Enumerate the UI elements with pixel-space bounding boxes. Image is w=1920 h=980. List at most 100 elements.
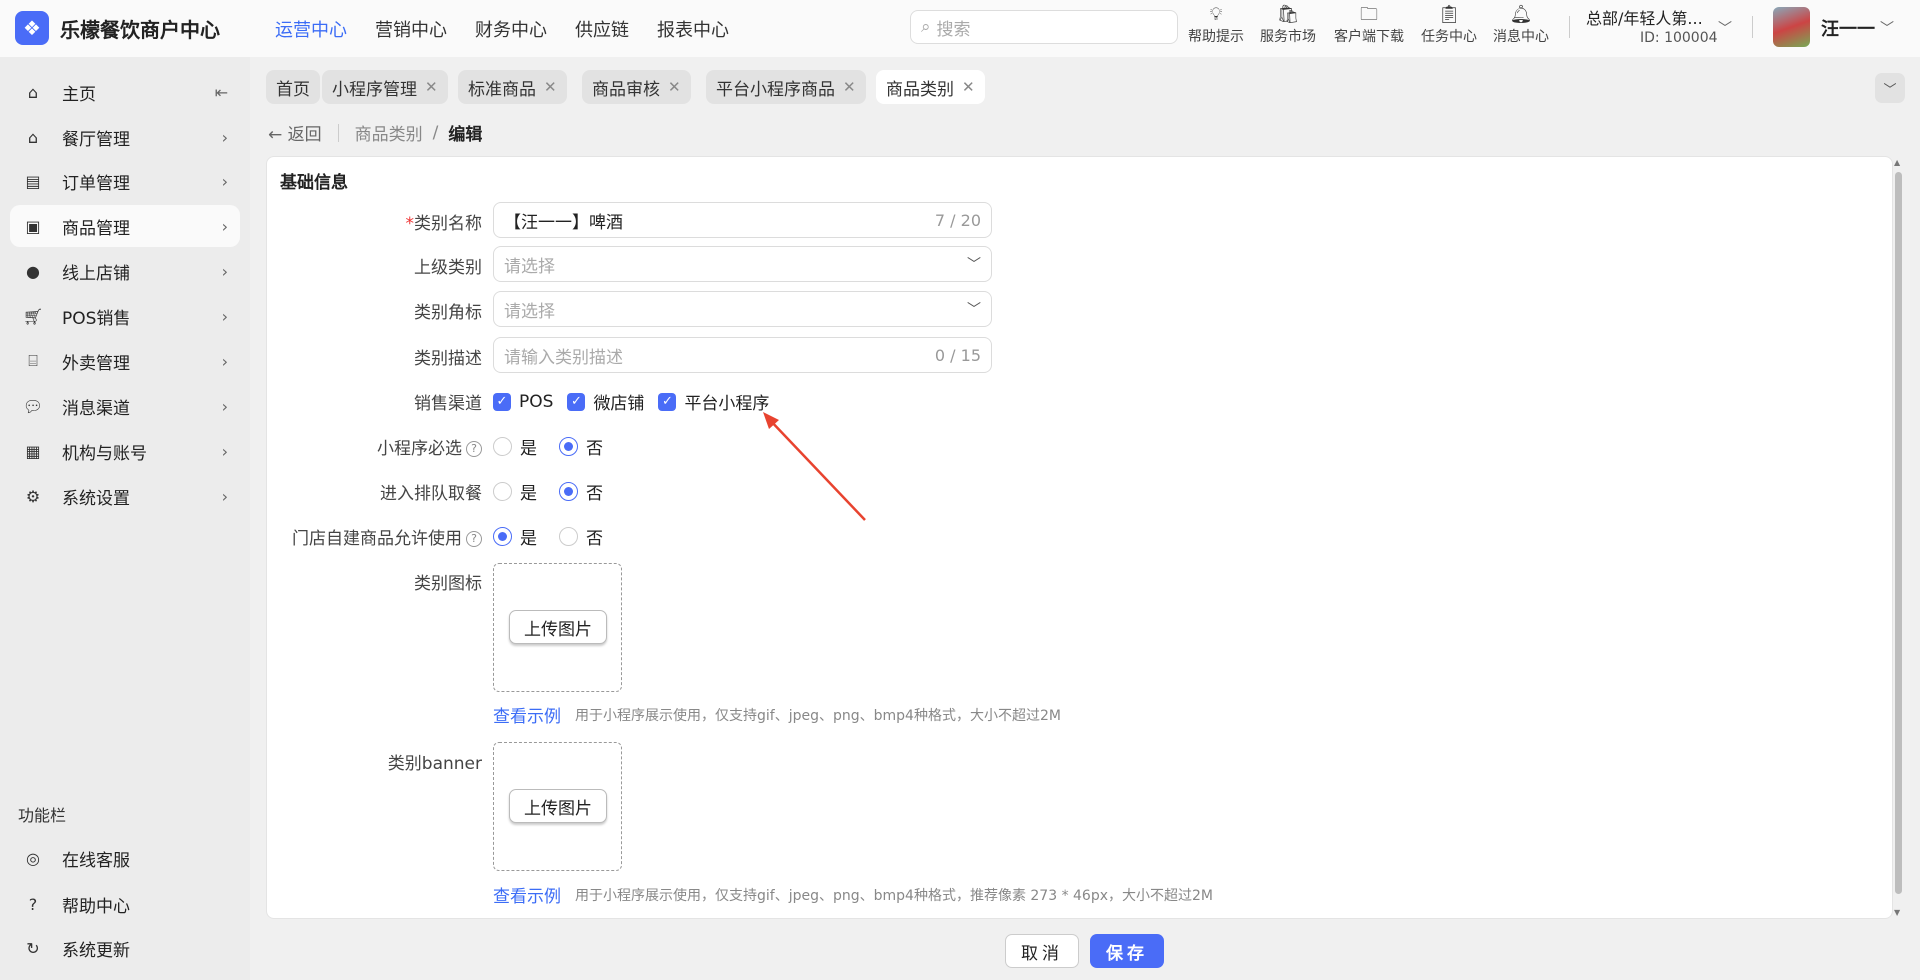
- tool-label: 任务中心: [1421, 29, 1477, 45]
- parent-category-label: 上级类别: [414, 258, 482, 278]
- sidebar-item-delivery[interactable]: ⌸ 外卖管理 ›: [10, 340, 240, 382]
- sidebar-item-help-center[interactable]: ? 帮助中心: [10, 883, 240, 925]
- help-icon[interactable]: ?: [466, 531, 482, 547]
- close-icon[interactable]: ✕: [425, 78, 438, 96]
- close-icon[interactable]: ✕: [843, 78, 856, 96]
- sidebar-item-messages[interactable]: 💬︎ 消息渠道 ›: [10, 385, 240, 427]
- back-link[interactable]: ← 返回: [268, 120, 322, 145]
- clipboard-check-icon: 📋︎: [1437, 4, 1461, 25]
- upload-image-button[interactable]: 上传图片: [509, 610, 607, 644]
- checkbox-pos[interactable]: ✓: [493, 392, 511, 411]
- section-title: 基础信息: [280, 173, 348, 193]
- sidebar-item-org-accounts[interactable]: ▦ 机构与账号 ›: [10, 430, 240, 472]
- sidebar-item-orders[interactable]: ▤ 订单管理 ›: [10, 160, 240, 202]
- tab-product-review[interactable]: 商品审核 ✕: [582, 70, 691, 104]
- sidebar-item-system-update[interactable]: ↻ 系统更新: [10, 927, 240, 969]
- sidebar-item-pos[interactable]: 🛒︎ POS销售 ›: [10, 295, 240, 337]
- checkbox-micro-store[interactable]: ✓: [567, 392, 586, 411]
- lightbulb-icon: 💡︎: [1209, 4, 1223, 25]
- category-desc-input[interactable]: 请输入类别描述 0 / 15: [493, 337, 992, 373]
- tab-standard-products[interactable]: 标准商品 ✕: [458, 70, 567, 104]
- category-icon-label: 类别图标: [414, 574, 482, 594]
- service-market-button[interactable]: 🛍︎ 服务市场: [1250, 4, 1326, 46]
- radio-no[interactable]: [559, 527, 578, 546]
- avatar[interactable]: [1773, 7, 1810, 47]
- search-input[interactable]: ⌕ 搜索: [910, 10, 1178, 44]
- radio-no[interactable]: [559, 482, 578, 501]
- org-selector[interactable]: 总部/年轻人第...: [1586, 5, 1703, 29]
- headset-icon: ◎: [26, 848, 40, 868]
- sidebar-item-online-store[interactable]: ● 线上店铺 ›: [10, 250, 240, 292]
- sidebar-item-label: 系统更新: [62, 940, 130, 961]
- banner-upload-area[interactable]: 上传图片: [493, 742, 622, 871]
- label-text: 类别名称: [414, 214, 482, 234]
- task-center-button[interactable]: 📋︎ 任务中心: [1411, 4, 1487, 46]
- chevron-down-icon[interactable]: ﹀: [1880, 18, 1894, 38]
- receipt-icon: ▤: [25, 171, 41, 191]
- home-icon: ⌂: [27, 82, 39, 102]
- refresh-icon: ↻: [26, 938, 40, 958]
- tabs-more-chevron-icon[interactable]: ﹀: [1875, 73, 1905, 103]
- cancel-button[interactable]: 取消: [1005, 934, 1079, 968]
- sidebar-item-online-service[interactable]: ◎ 在线客服: [10, 837, 240, 879]
- upload-image-button[interactable]: 上传图片: [509, 789, 607, 823]
- collapse-sidebar-icon[interactable]: ⇤: [215, 83, 228, 102]
- scrollbar-thumb[interactable]: [1895, 172, 1902, 894]
- back-label: 返回: [287, 125, 322, 145]
- chevron-down-icon[interactable]: ﹀: [1718, 18, 1732, 38]
- option-label: 是: [520, 439, 537, 459]
- sidebar-item-label: 商品管理: [62, 218, 130, 239]
- category-name-input[interactable]: 【汪一一】啤酒 7 / 20: [493, 202, 992, 238]
- radio-yes[interactable]: [493, 437, 512, 456]
- category-badge-select[interactable]: 请选择 ﹀: [493, 291, 992, 327]
- queue-pickup-label: 进入排队取餐: [380, 484, 482, 504]
- radio-yes[interactable]: [493, 527, 512, 546]
- tool-label: 消息中心: [1493, 29, 1549, 45]
- tab-platform-products[interactable]: 平台小程序商品 ✕: [706, 70, 866, 104]
- nav-finance[interactable]: 财务中心: [475, 16, 547, 42]
- tab-home[interactable]: 首页: [266, 70, 320, 104]
- save-button[interactable]: 保存: [1090, 934, 1164, 968]
- client-download-button[interactable]: 🗀 客户端下载: [1325, 4, 1413, 46]
- close-icon[interactable]: ✕: [962, 78, 975, 96]
- checkbox-platform-miniprogram[interactable]: ✓: [658, 392, 677, 411]
- parent-category-select[interactable]: 请选择 ﹀: [493, 246, 992, 282]
- help-tips-button[interactable]: 💡︎ 帮助提示: [1178, 4, 1254, 46]
- cart-icon: 🛒︎: [22, 306, 44, 326]
- user-name[interactable]: 汪一一: [1821, 15, 1875, 41]
- sidebar-item-label: 主页: [62, 84, 96, 105]
- help-icon[interactable]: ?: [466, 441, 482, 457]
- chevron-right-icon: ›: [221, 441, 228, 461]
- sidebar-item-label: 外卖管理: [62, 353, 130, 374]
- close-icon[interactable]: ✕: [668, 78, 681, 96]
- sidebar-item-label: POS销售: [62, 308, 131, 329]
- queue-pickup-radio: 是 否: [493, 479, 603, 504]
- view-example-link[interactable]: 查看示例: [493, 882, 561, 907]
- sidebar-item-home[interactable]: ⌂ 主页 ⇤: [10, 71, 240, 113]
- close-icon[interactable]: ✕: [544, 78, 557, 96]
- breadcrumb-parent[interactable]: 商品类别: [355, 120, 423, 145]
- gear-icon: ⚙: [25, 486, 41, 506]
- nav-marketing[interactable]: 营销中心: [375, 16, 447, 42]
- sidebar-item-restaurant[interactable]: ⌂ 餐厅管理 ›: [10, 116, 240, 158]
- option-label: 否: [586, 529, 603, 549]
- sidebar-item-label: 线上店铺: [62, 263, 130, 284]
- sidebar-item-settings[interactable]: ⚙ 系统设置 ›: [10, 475, 240, 517]
- tab-miniprogram[interactable]: 小程序管理 ✕: [322, 70, 448, 104]
- sidebar-item-products[interactable]: ▣ 商品管理 ›: [10, 205, 240, 247]
- tool-label: 帮助提示: [1188, 29, 1244, 45]
- tab-product-category[interactable]: 商品类别 ✕: [876, 70, 985, 104]
- message-center-button[interactable]: 🔔︎ 消息中心: [1483, 4, 1559, 46]
- nav-reports[interactable]: 报表中心: [657, 16, 729, 42]
- option-label: 是: [520, 529, 537, 549]
- view-example-link[interactable]: 查看示例: [493, 702, 561, 727]
- radio-yes[interactable]: [493, 482, 512, 501]
- nav-supply-chain[interactable]: 供应链: [575, 16, 629, 42]
- store-allow-label: 门店自建商品允许使用?: [232, 524, 482, 549]
- chevron-right-icon: ›: [221, 261, 228, 281]
- icon-upload-area[interactable]: 上传图片: [493, 563, 622, 692]
- radio-no[interactable]: [559, 437, 578, 456]
- miniprogram-required-radio: 是 否: [493, 434, 603, 459]
- nav-operations[interactable]: 运营中心: [275, 16, 347, 42]
- id-card-icon: ▦: [25, 441, 41, 461]
